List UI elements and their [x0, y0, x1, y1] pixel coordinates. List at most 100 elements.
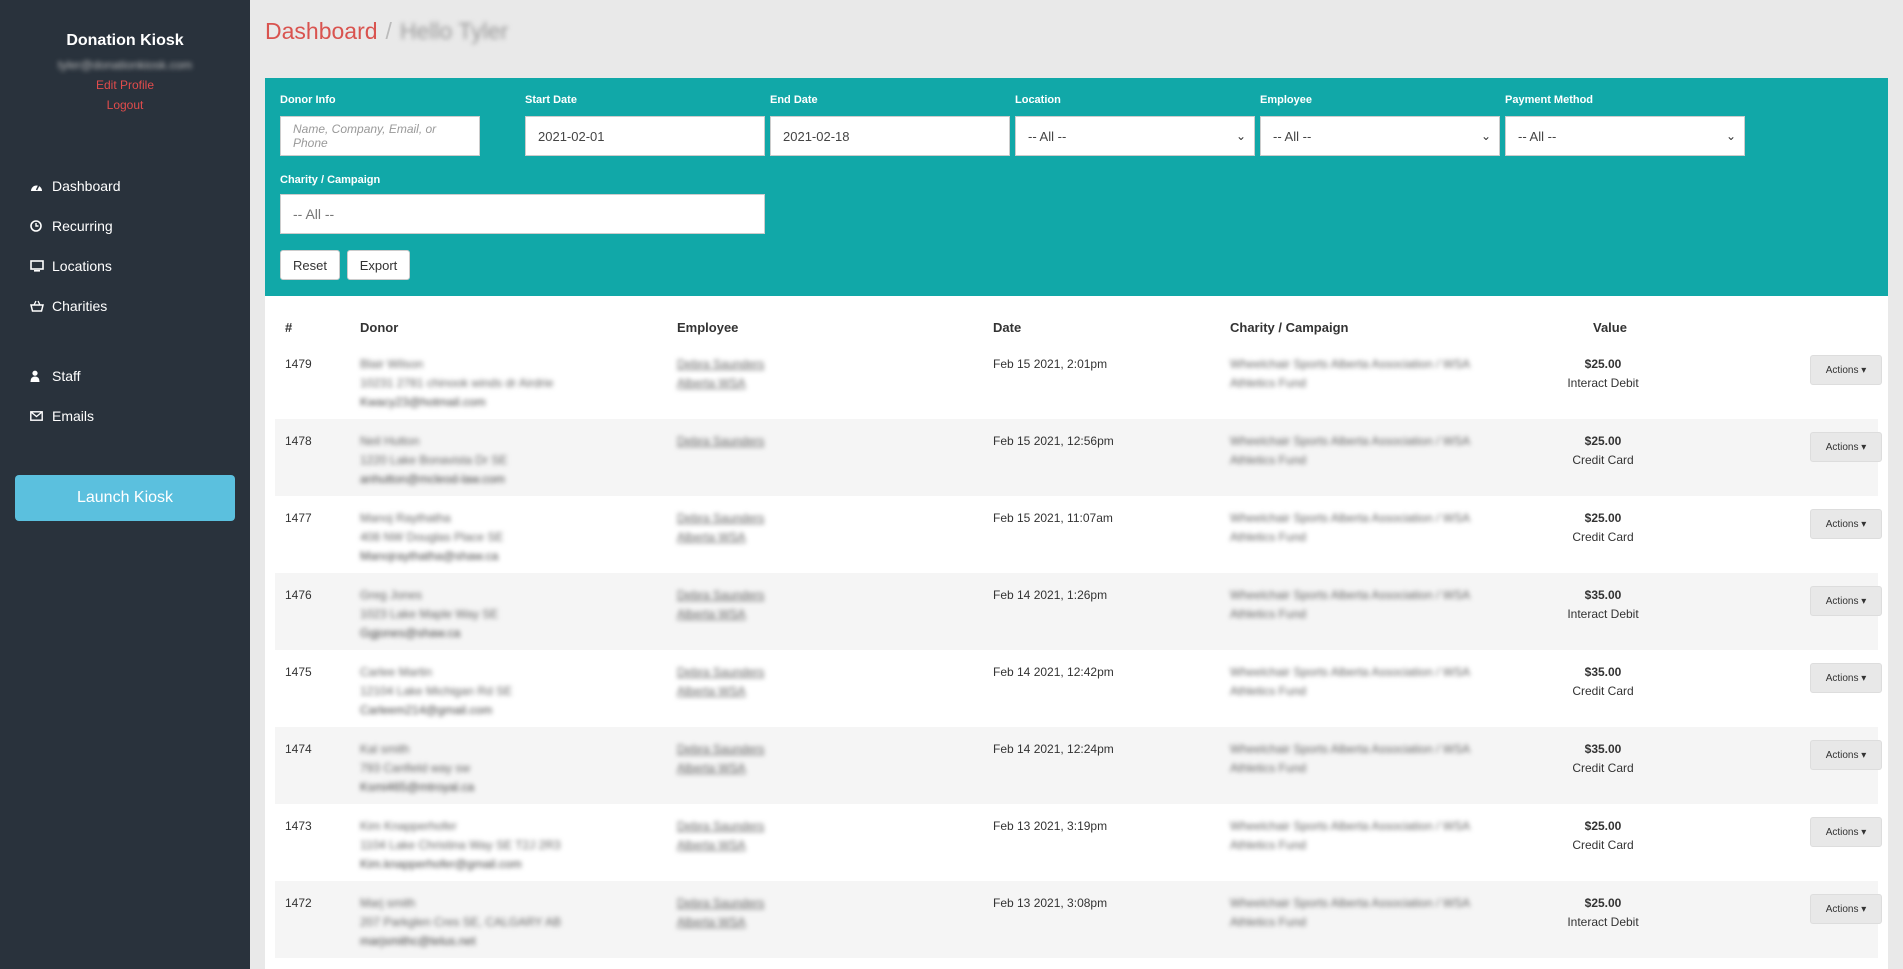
donor-email: Kim.knapperhofer@gmail.com: [360, 857, 522, 871]
payment-method: Credit Card: [1572, 453, 1634, 467]
donation-amount: $25.00: [1584, 434, 1622, 448]
employee-location-link[interactable]: Alberta WSA: [677, 836, 764, 855]
date-cell: Feb 13 2021, 3:08pm: [993, 896, 1108, 910]
table-row: 1476 Greg Jones 1023 Lake Maple Way SE Ggjo…: [275, 573, 1882, 650]
start-date-input[interactable]: 2021-02-01: [525, 116, 765, 156]
actions-dropdown-button[interactable]: Actions ▾: [1810, 740, 1882, 770]
row-number: 1477: [285, 511, 312, 525]
employee-cell: Debra Saunders: [677, 432, 764, 451]
employee-name-link[interactable]: Debra Saunders: [677, 509, 764, 528]
charity-cell: Wheelchair Sports Alberta Association / …: [1230, 355, 1470, 393]
donor-cell: Marj smith 207 Parkglen Cres SE, CALGARY …: [360, 894, 561, 951]
value-cell: $35.00 Credit Card: [1533, 740, 1673, 778]
charity-cell: Wheelchair Sports Alberta Association / …: [1230, 894, 1470, 932]
sidebar-item-staff[interactable]: Staff: [0, 356, 250, 396]
actions-dropdown-button[interactable]: Actions ▾: [1810, 432, 1882, 462]
employee-location-link[interactable]: Alberta WSA: [677, 374, 764, 393]
launch-kiosk-button[interactable]: Launch Kiosk: [15, 475, 235, 521]
employee-name-link[interactable]: Debra Saunders: [677, 663, 764, 682]
actions-dropdown-button[interactable]: Actions ▾: [1810, 355, 1882, 385]
end-date-label: End Date: [770, 94, 818, 106]
employee-name-link[interactable]: Debra Saunders: [677, 432, 764, 451]
employee-name-link[interactable]: Debra Saunders: [677, 740, 764, 759]
sidebar-item-emails[interactable]: Emails: [0, 396, 250, 436]
location-select[interactable]: -- All -- ⌄: [1015, 116, 1255, 156]
employee-location-link[interactable]: Alberta WSA: [677, 759, 764, 778]
table-row: 1474 Kal smith 793 Canfield way sw Ksmi465@…: [275, 727, 1882, 804]
table-row: 1472 Marj smith 207 Parkglen Cres SE, CALG…: [275, 881, 1882, 958]
sidebar-item-recurring[interactable]: Recurring: [0, 206, 250, 246]
actions-dropdown-button[interactable]: Actions ▾: [1810, 817, 1882, 847]
actions-dropdown-button[interactable]: Actions ▾: [1810, 894, 1882, 924]
row-number: 1472: [285, 896, 312, 910]
donor-address: 793 Canfield way sw: [360, 761, 471, 775]
export-button[interactable]: Export: [347, 250, 410, 280]
logout-link[interactable]: Logout: [0, 98, 250, 112]
charity-campaign-label: Charity / Campaign: [280, 174, 381, 186]
donor-info-input[interactable]: Name, Company, Email, or Phone: [280, 116, 480, 156]
employee-cell: Debra Saunders Alberta WSA: [677, 509, 764, 547]
employee-name-link[interactable]: Debra Saunders: [677, 817, 764, 836]
employee-location-link[interactable]: Alberta WSA: [677, 528, 764, 547]
value-cell: $25.00 Credit Card: [1533, 432, 1673, 470]
employee-label: Employee: [1260, 94, 1312, 106]
employee-location-link[interactable]: Alberta WSA: [677, 682, 764, 701]
envelope-icon: [30, 411, 52, 421]
actions-dropdown-button[interactable]: Actions ▾: [1810, 663, 1882, 693]
campaign-name: Athletics Fund: [1230, 838, 1307, 852]
date-cell: Feb 14 2021, 12:42pm: [993, 665, 1114, 679]
donor-cell: Kim Knapperhofer 1104 Lake Christina Way …: [360, 817, 561, 874]
employee-name-link[interactable]: Debra Saunders: [677, 355, 764, 374]
donor-email: marjsmithc@telus.net: [360, 934, 476, 948]
donor-name: Neil Hutton: [360, 434, 420, 448]
donation-amount: $35.00: [1584, 742, 1622, 756]
value-cell: $25.00 Interact Debit: [1533, 355, 1673, 393]
payment-method: Credit Card: [1572, 684, 1634, 698]
sidebar-item-locations[interactable]: Locations: [0, 246, 250, 286]
column-header-donor: Donor: [360, 320, 399, 335]
employee-location-link[interactable]: Alberta WSA: [677, 913, 764, 932]
table-row: 1475 Carlee Martin 12104 Lake Michigan Rd …: [275, 650, 1882, 727]
donor-cell: Manoj Raythatha 408 NW Douglas Place SE Ma…: [360, 509, 503, 566]
sidebar-nav: Dashboard Recurring Locations Charities: [0, 166, 250, 436]
campaign-name: Athletics Fund: [1230, 376, 1307, 390]
payment-method: Credit Card: [1572, 761, 1634, 775]
employee-location-link[interactable]: Alberta WSA: [677, 605, 764, 624]
edit-profile-link[interactable]: Edit Profile: [0, 78, 250, 92]
payment-method-label: Payment Method: [1505, 94, 1594, 106]
breadcrumb: Dashboard / Hello Tyler: [265, 18, 508, 45]
actions-dropdown-button[interactable]: Actions ▾: [1810, 509, 1882, 539]
date-cell: Feb 14 2021, 1:26pm: [993, 588, 1108, 602]
campaign-name: Athletics Fund: [1230, 607, 1307, 621]
date-cell: Feb 14 2021, 12:24pm: [993, 742, 1114, 756]
breadcrumb-dashboard[interactable]: Dashboard: [265, 18, 378, 44]
sidebar-item-dashboard[interactable]: Dashboard: [0, 166, 250, 206]
employee-name-link[interactable]: Debra Saunders: [677, 586, 764, 605]
charity-cell: Wheelchair Sports Alberta Association / …: [1230, 663, 1470, 701]
reset-button[interactable]: Reset: [280, 250, 340, 280]
brand-title: Donation Kiosk: [66, 32, 184, 49]
table-row: 1477 Manoj Raythatha 408 NW Douglas Place …: [275, 496, 1882, 573]
charity-campaign-select[interactable]: -- All --: [280, 194, 765, 234]
payment-method-select[interactable]: -- All -- ⌄: [1505, 116, 1745, 156]
sidebar-item-charities[interactable]: Charities: [0, 286, 250, 326]
charity-cell: Wheelchair Sports Alberta Association / …: [1230, 509, 1470, 547]
charity-name: Wheelchair Sports Alberta Association / …: [1230, 434, 1471, 448]
table-row: 1478 Neil Hutton 1220 Lake Bonavista Dr SE…: [275, 419, 1882, 496]
actions-dropdown-button[interactable]: Actions ▾: [1810, 586, 1882, 616]
column-header-value: Value: [1593, 320, 1627, 335]
employee-name-link[interactable]: Debra Saunders: [677, 894, 764, 913]
column-header-number: #: [285, 320, 293, 335]
employee-cell: Debra Saunders Alberta WSA: [677, 817, 764, 855]
dashboard-icon: [30, 181, 52, 192]
date-cell: Feb 15 2021, 2:01pm: [993, 357, 1108, 371]
campaign-name: Athletics Fund: [1230, 761, 1307, 775]
end-date-input[interactable]: 2021-02-18: [770, 116, 1010, 156]
charity-cell: Wheelchair Sports Alberta Association / …: [1230, 432, 1470, 470]
donor-name: Kim Knapperhofer: [360, 819, 457, 833]
donation-amount: $35.00: [1584, 588, 1622, 602]
monitor-icon: [30, 260, 52, 272]
employee-select[interactable]: -- All -- ⌄: [1260, 116, 1500, 156]
row-number: 1475: [285, 665, 312, 679]
charity-name: Wheelchair Sports Alberta Association / …: [1230, 819, 1471, 833]
